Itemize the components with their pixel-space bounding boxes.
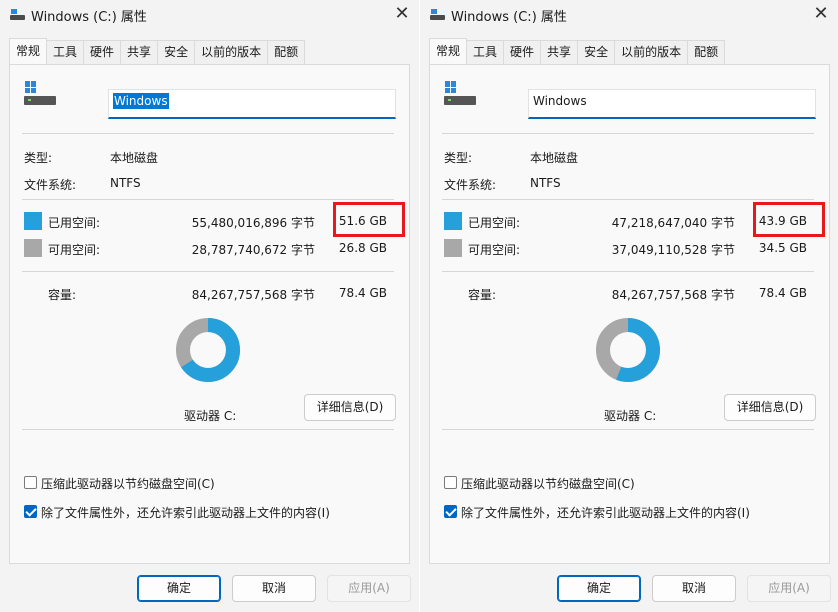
drive-name-text: Windows	[113, 93, 169, 109]
details-button[interactable]: 详细信息(D)	[304, 394, 396, 421]
capacity-label: 容量:	[468, 288, 497, 302]
drive-icon	[430, 9, 445, 20]
free-space-swatch	[24, 239, 42, 257]
close-icon[interactable]: ✕	[810, 4, 832, 26]
properties-dialog-right: Windows (C:) 属性 ✕ 常规 工具 硬件 共享 安全 以前的版本 配…	[419, 0, 838, 612]
tab-security[interactable]: 安全	[158, 40, 196, 64]
filesystem-label: 文件系统:	[444, 178, 497, 192]
free-space-bytes: 28,787,740,672 字节	[191, 243, 315, 257]
index-label: 除了文件属性外，还允许索引此驱动器上文件的内容(I)	[41, 506, 330, 520]
tab-security[interactable]: 安全	[578, 40, 616, 64]
divider	[442, 271, 814, 272]
compress-label: 压缩此驱动器以节约磁盘空间(C)	[41, 477, 215, 491]
compress-checkbox[interactable]	[24, 476, 37, 489]
index-checkbox[interactable]	[24, 505, 37, 518]
drive-name-text: Windows	[533, 94, 587, 108]
apply-button[interactable]: 应用(A)	[327, 575, 411, 602]
window-title: Windows (C:) 属性	[451, 10, 567, 25]
filesystem-value: NTFS	[530, 176, 561, 190]
drive-name-input[interactable]: Windows	[528, 89, 816, 119]
free-space-size: 26.8 GB	[338, 241, 387, 255]
tab-tools[interactable]: 工具	[47, 40, 85, 64]
used-size-highlight	[753, 202, 825, 237]
tab-previous-versions[interactable]: 以前的版本	[615, 40, 689, 64]
used-space-bytes: 55,480,016,896 字节	[191, 216, 315, 230]
windows-drive-icon	[444, 81, 478, 107]
drive-letter-label: 驱动器 C:	[184, 409, 237, 423]
divider	[22, 133, 394, 134]
filesystem-label: 文件系统:	[24, 178, 77, 192]
window-title: Windows (C:) 属性	[31, 10, 147, 25]
disk-usage-donut	[596, 318, 660, 382]
tab-quota[interactable]: 配额	[688, 40, 726, 64]
tab-sharing[interactable]: 共享	[541, 40, 579, 64]
cancel-button[interactable]: 取消	[652, 575, 736, 602]
free-space-label: 可用空间:	[468, 243, 521, 257]
type-label: 类型:	[24, 151, 53, 165]
title-bar: Windows (C:) 属性 ✕	[420, 0, 838, 30]
used-space-swatch	[444, 212, 462, 230]
drive-letter-label: 驱动器 C:	[604, 409, 657, 423]
divider	[22, 429, 394, 430]
divider	[442, 133, 814, 134]
apply-button[interactable]: 应用(A)	[747, 575, 831, 602]
type-value: 本地磁盘	[110, 151, 159, 165]
drive-icon	[10, 9, 25, 20]
type-label: 类型:	[444, 151, 473, 165]
used-space-label: 已用空间:	[48, 216, 101, 230]
type-value: 本地磁盘	[530, 151, 579, 165]
divider	[22, 271, 394, 272]
tab-hardware[interactable]: 硬件	[84, 40, 122, 64]
cancel-button[interactable]: 取消	[232, 575, 316, 602]
general-tab-panel: Windows 类型: 本地磁盘 文件系统: NTFS 已用空间: 55,480…	[9, 64, 410, 564]
general-tab-panel: Windows 类型: 本地磁盘 文件系统: NTFS 已用空间: 47,218…	[429, 64, 830, 564]
free-space-label: 可用空间:	[48, 243, 101, 257]
index-label: 除了文件属性外，还允许索引此驱动器上文件的内容(I)	[461, 506, 750, 520]
used-space-label: 已用空间:	[468, 216, 521, 230]
tab-strip: 常规 工具 硬件 共享 安全 以前的版本 配额	[9, 38, 306, 64]
title-bar: Windows (C:) 属性 ✕	[0, 0, 419, 30]
tab-previous-versions[interactable]: 以前的版本	[195, 40, 269, 64]
tab-general[interactable]: 常规	[9, 38, 48, 64]
drive-name-input[interactable]: Windows	[108, 89, 396, 119]
filesystem-value: NTFS	[110, 176, 141, 190]
ok-button[interactable]: 确定	[557, 575, 641, 602]
index-checkbox[interactable]	[444, 505, 457, 518]
tab-quota[interactable]: 配额	[268, 40, 306, 64]
tab-general[interactable]: 常规	[429, 38, 468, 64]
capacity-label: 容量:	[48, 288, 77, 302]
used-space-bytes: 47,218,647,040 字节	[611, 216, 735, 230]
close-icon[interactable]: ✕	[391, 4, 413, 26]
tab-strip: 常规 工具 硬件 共享 安全 以前的版本 配额	[429, 38, 726, 64]
divider	[22, 199, 394, 200]
free-space-bytes: 37,049,110,528 字节	[611, 243, 735, 257]
capacity-size: 78.4 GB	[338, 286, 387, 300]
windows-drive-icon	[24, 81, 58, 107]
compress-label: 压缩此驱动器以节约磁盘空间(C)	[461, 477, 635, 491]
used-space-swatch	[24, 212, 42, 230]
tab-hardware[interactable]: 硬件	[504, 40, 542, 64]
compress-checkbox[interactable]	[444, 476, 457, 489]
disk-usage-donut	[176, 318, 240, 382]
divider	[442, 199, 814, 200]
properties-dialog-left: Windows (C:) 属性 ✕ 常规 工具 硬件 共享 安全 以前的版本 配…	[0, 0, 419, 612]
ok-button[interactable]: 确定	[137, 575, 221, 602]
free-space-swatch	[444, 239, 462, 257]
free-space-size: 34.5 GB	[758, 241, 807, 255]
capacity-bytes: 84,267,757,568 字节	[611, 288, 735, 302]
tab-sharing[interactable]: 共享	[121, 40, 159, 64]
used-size-highlight	[333, 202, 405, 237]
tab-tools[interactable]: 工具	[467, 40, 505, 64]
details-button[interactable]: 详细信息(D)	[724, 394, 816, 421]
capacity-size: 78.4 GB	[758, 286, 807, 300]
divider	[442, 429, 814, 430]
capacity-bytes: 84,267,757,568 字节	[191, 288, 315, 302]
